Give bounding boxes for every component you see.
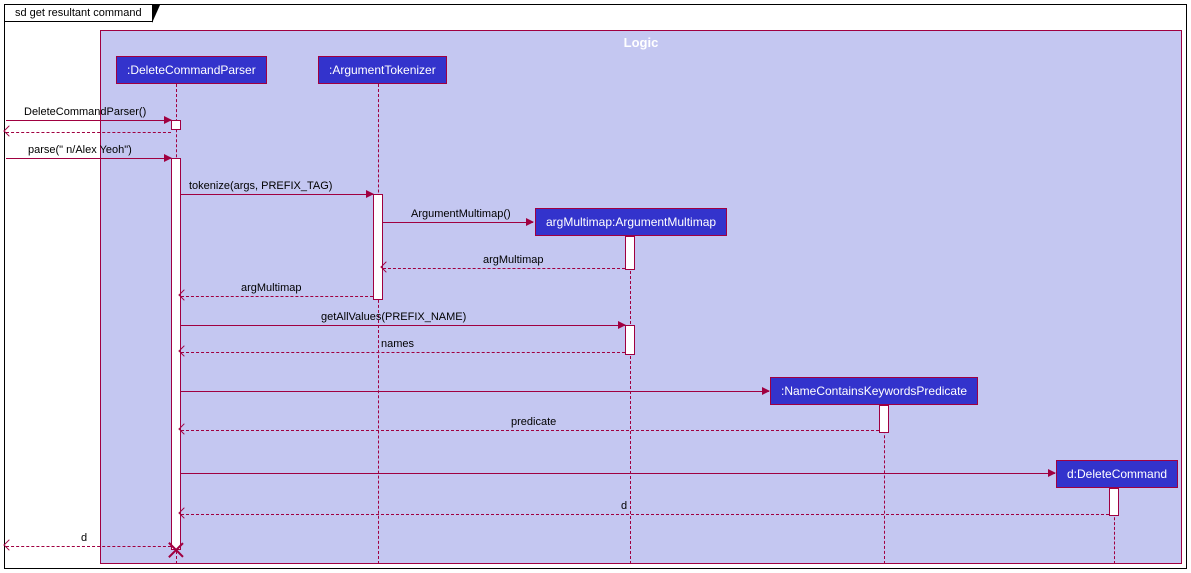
frame-title: sd get resultant command	[13, 7, 144, 19]
participant-delete-command: d:DeleteCommand	[1056, 460, 1178, 488]
msg-create-delete-command	[181, 473, 1055, 487]
msg-label: argMultimap	[483, 254, 544, 266]
msg-return-predicate: predicate	[181, 430, 879, 444]
participant-label: argMultimap:ArgumentMultimap	[546, 215, 716, 229]
msg-return-names: names	[181, 352, 625, 366]
participant-label: :ArgumentTokenizer	[329, 63, 436, 77]
msg-return-multimap-1: argMultimap	[383, 268, 625, 282]
activation-dcp-2	[171, 158, 181, 550]
msg-label: getAllValues(PREFIX_NAME)	[321, 311, 466, 323]
msg-label: argMultimap	[241, 282, 302, 294]
msg-return-final: d	[6, 546, 171, 560]
participant-delete-command-parser: :DeleteCommandParser	[116, 56, 267, 84]
msg-label: parse(" n/Alex Yeoh")	[28, 144, 132, 156]
msg-argument-multimap: ArgumentMultimap()	[383, 222, 533, 236]
destroy-x-icon	[168, 542, 184, 558]
participant-label: d:DeleteCommand	[1067, 467, 1167, 481]
activation-dc	[1109, 488, 1119, 516]
participant-label: :NameContainsKeywordsPredicate	[781, 384, 967, 398]
msg-return-multimap-2: argMultimap	[181, 296, 373, 310]
msg-parse: parse(" n/Alex Yeoh")	[6, 158, 171, 172]
activation-am-2	[625, 325, 635, 355]
activation-am-1	[625, 236, 635, 270]
msg-label: DeleteCommandParser()	[24, 106, 146, 118]
msg-return-d: d	[181, 514, 1109, 528]
logic-title: Logic	[624, 35, 659, 50]
msg-label: d	[621, 500, 627, 512]
participant-label: :DeleteCommandParser	[127, 63, 256, 77]
activation-at	[373, 194, 383, 300]
msg-label: ArgumentMultimap()	[411, 208, 511, 220]
msg-label: tokenize(args, PREFIX_TAG)	[189, 180, 332, 192]
msg-tokenize: tokenize(args, PREFIX_TAG)	[181, 194, 373, 208]
msg-label: d	[81, 532, 87, 544]
frame-title-tab: sd get resultant command	[5, 5, 153, 22]
msg-get-all-values: getAllValues(PREFIX_NAME)	[181, 325, 625, 339]
msg-create-predicate	[181, 391, 769, 405]
participant-argument-tokenizer: :ArgumentTokenizer	[318, 56, 447, 84]
lifeline-at	[378, 84, 379, 564]
activation-dcp-1	[171, 120, 181, 130]
activation-nckp	[879, 405, 889, 433]
participant-name-contains-keywords-predicate: :NameContainsKeywordsPredicate	[770, 377, 978, 405]
msg-label: names	[381, 338, 414, 350]
participant-argument-multimap: argMultimap:ArgumentMultimap	[535, 208, 727, 236]
msg-label: predicate	[511, 416, 556, 428]
